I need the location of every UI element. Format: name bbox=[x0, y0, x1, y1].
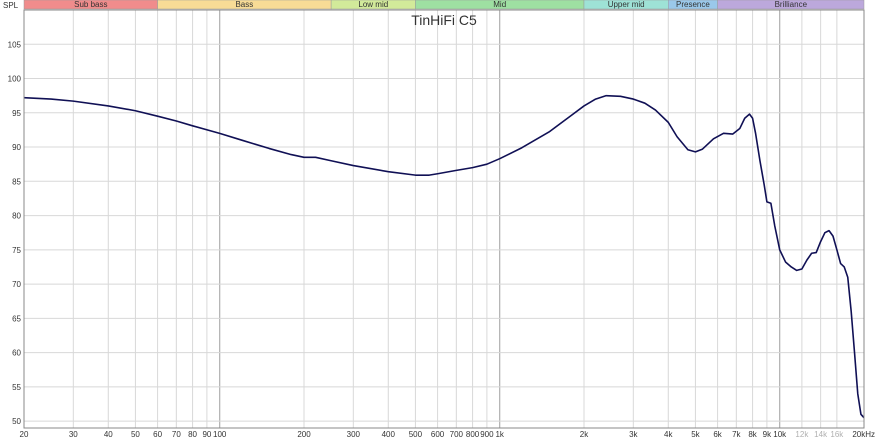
y-tick-label: 85 bbox=[12, 177, 21, 186]
y-tick-label: 55 bbox=[12, 383, 21, 392]
frequency-response-chart: Sub bass Bass Low mid Mid Upper mid Presence B… bbox=[3, 0, 875, 439]
x-tick-label: 12k bbox=[795, 430, 809, 439]
x-tick-label: 90 bbox=[202, 430, 211, 439]
band-label: Presence bbox=[676, 0, 710, 9]
x-tick-label: 16k bbox=[830, 430, 844, 439]
chart-title: TinHiFi C5 bbox=[411, 12, 477, 28]
x-tick-label: 100 bbox=[213, 430, 227, 439]
x-tick-label: 1k bbox=[495, 430, 504, 439]
x-tick-label: 20kHz bbox=[852, 430, 875, 439]
x-tick-label: 800 bbox=[466, 430, 480, 439]
x-tick-label: 600 bbox=[431, 430, 445, 439]
x-tick-label: 200 bbox=[297, 430, 311, 439]
y-tick-label: 100 bbox=[8, 75, 22, 84]
x-tick-label: 2k bbox=[580, 430, 589, 439]
x-tick-label: 14k bbox=[814, 430, 828, 439]
series-line bbox=[23, 94, 865, 419]
x-tick-label: 500 bbox=[409, 430, 423, 439]
y-tick-label: 90 bbox=[12, 143, 21, 152]
x-tick-label: 400 bbox=[382, 430, 396, 439]
plot-frame bbox=[23, 9, 865, 429]
x-axis-ticks: 20 30 40 50 60 70 80 90 100 200 300 400 500 600 700 800… bbox=[20, 430, 875, 439]
band-label: Upper mid bbox=[608, 0, 645, 9]
y-tick-label: 65 bbox=[12, 314, 21, 323]
x-tick-label: 20 bbox=[20, 430, 29, 439]
y-axis-label: SPL bbox=[3, 1, 19, 10]
y-axis-ticks: 50 55 60 65 70 75 80 85 90 95 100 105 bbox=[8, 40, 22, 426]
x-tick-label: 900 bbox=[480, 430, 494, 439]
y-tick-label: 70 bbox=[12, 280, 21, 289]
band-label: Bass bbox=[235, 0, 253, 9]
x-tick-label: 3k bbox=[629, 430, 638, 439]
y-tick-label: 60 bbox=[12, 349, 21, 358]
x-tick-label: 30 bbox=[69, 430, 78, 439]
x-tick-label: 8k bbox=[748, 430, 757, 439]
band-label: Mid bbox=[493, 0, 506, 9]
x-tick-label: 700 bbox=[450, 430, 464, 439]
x-tick-label: 4k bbox=[664, 430, 673, 439]
x-tick-label: 300 bbox=[347, 430, 361, 439]
y-tick-label: 105 bbox=[8, 40, 22, 49]
x-tick-label: 9k bbox=[763, 430, 772, 439]
y-tick-label: 75 bbox=[12, 246, 21, 255]
x-tick-label: 6k bbox=[713, 430, 722, 439]
band-label: Brilliance bbox=[775, 0, 808, 9]
x-tick-label: 80 bbox=[188, 430, 197, 439]
band-label: Sub bass bbox=[74, 0, 107, 9]
band-label: Low mid bbox=[358, 0, 388, 9]
x-tick-label: 60 bbox=[153, 430, 162, 439]
x-tick-label: 40 bbox=[104, 430, 113, 439]
chart-grid bbox=[23, 10, 865, 428]
x-tick-label: 10k bbox=[773, 430, 787, 439]
y-tick-label: 95 bbox=[12, 109, 21, 118]
y-tick-label: 50 bbox=[12, 417, 21, 426]
x-tick-label: 50 bbox=[131, 430, 140, 439]
x-tick-label: 70 bbox=[172, 430, 181, 439]
x-tick-label: 7k bbox=[732, 430, 741, 439]
frequency-band-bar: Sub bass Bass Low mid Mid Upper mid Presence B… bbox=[23, 0, 865, 10]
y-tick-label: 80 bbox=[12, 212, 21, 221]
x-tick-label: 5k bbox=[691, 430, 700, 439]
